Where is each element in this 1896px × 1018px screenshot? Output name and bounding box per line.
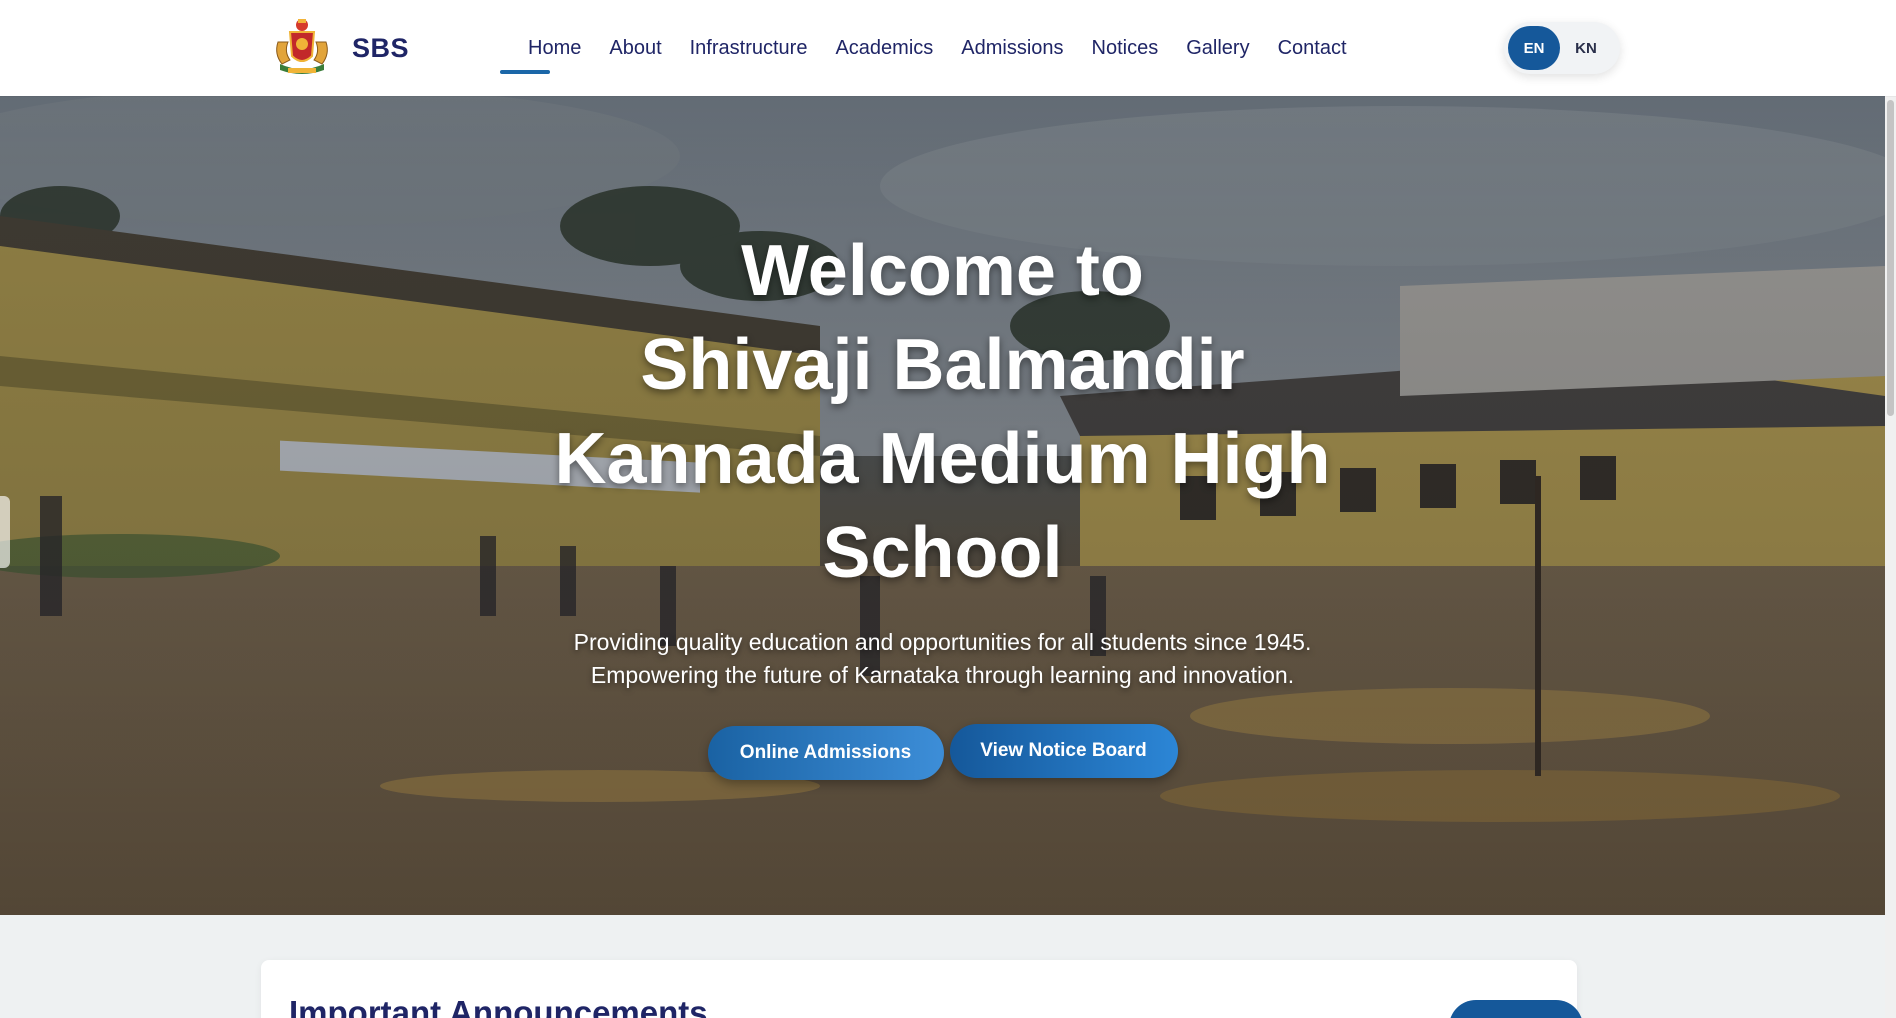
hero-title-line: Welcome to bbox=[741, 231, 1144, 311]
hero-subtitle: Providing quality education and opportun… bbox=[493, 626, 1393, 692]
hero-content: Welcome to Shivaji Balmandir Kannada Med… bbox=[0, 96, 1885, 915]
hero-title-line: Shivaji Balmandir bbox=[640, 325, 1245, 405]
hero-title-line: School bbox=[822, 513, 1063, 593]
main-nav: Home About Infrastructure Academics Admi… bbox=[500, 0, 1375, 96]
nav-admissions[interactable]: Admissions bbox=[961, 37, 1063, 60]
karnataka-emblem-icon bbox=[276, 19, 328, 74]
nav-home[interactable]: Home bbox=[500, 37, 581, 74]
online-admissions-button[interactable]: Online Admissions bbox=[707, 726, 944, 780]
brand-name: SBS bbox=[352, 32, 410, 63]
nav-notices[interactable]: Notices bbox=[1092, 37, 1159, 60]
page-scrollbar[interactable] bbox=[1885, 96, 1896, 1018]
hero-buttons: Online Admissions View Notice Board bbox=[707, 724, 1178, 780]
hero-section: Welcome to Shivaji Balmandir Kannada Med… bbox=[0, 96, 1885, 915]
hero-subtitle-line: Providing quality education and opportun… bbox=[573, 629, 1312, 655]
hero-title-line: Kannada Medium High bbox=[554, 419, 1331, 499]
announcements-card: Important Announcements bbox=[261, 960, 1583, 1018]
nav-infrastructure[interactable]: Infrastructure bbox=[690, 37, 808, 60]
page: SBS Home About Infrastructure Academics … bbox=[0, 0, 1896, 1018]
announcements-title: Important Announcements bbox=[289, 994, 708, 1018]
brand[interactable]: SBS bbox=[270, 14, 409, 82]
nav-academics[interactable]: Academics bbox=[835, 37, 933, 60]
site-header: SBS Home About Infrastructure Academics … bbox=[0, 0, 1896, 96]
language-toggle: EN KN bbox=[1504, 22, 1620, 74]
lang-kn-button[interactable]: KN bbox=[1560, 26, 1612, 70]
hero-subtitle-line: Empowering the future of Karnataka throu… bbox=[590, 662, 1295, 688]
announcements-action-button[interactable] bbox=[1449, 1000, 1583, 1018]
nav-gallery[interactable]: Gallery bbox=[1186, 37, 1249, 60]
scrollbar-thumb[interactable] bbox=[1887, 100, 1894, 416]
nav-contact[interactable]: Contact bbox=[1278, 37, 1347, 60]
view-notice-board-button[interactable]: View Notice Board bbox=[949, 724, 1178, 778]
nav-about[interactable]: About bbox=[609, 37, 661, 60]
hero-title: Welcome to Shivaji Balmandir Kannada Med… bbox=[533, 224, 1353, 600]
lang-en-button[interactable]: EN bbox=[1508, 26, 1560, 70]
